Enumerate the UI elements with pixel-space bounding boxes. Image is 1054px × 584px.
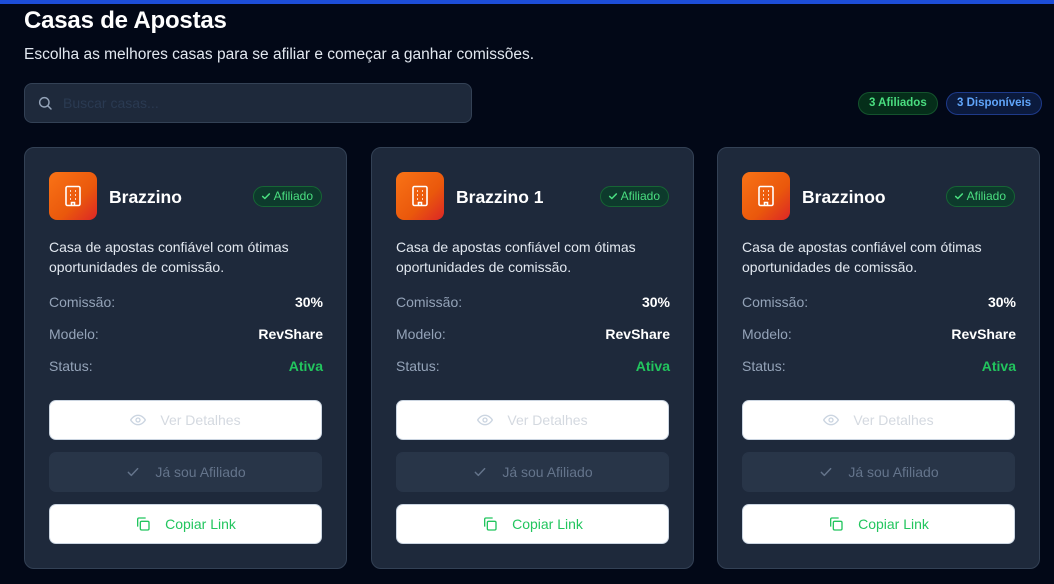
model-row: Modelo: RevShare [742, 326, 1016, 344]
casino-name: Brazzino 1 [456, 187, 544, 207]
commission-value: 30% [641, 294, 670, 310]
already-affiliate-button[interactable]: Já sou Afiliado [742, 452, 1015, 492]
eye-icon [130, 414, 147, 426]
check-icon [954, 193, 963, 200]
copy-link-label: Copiar Link [165, 516, 236, 532]
casino-description: Casa de apostas confiável com ótimas opo… [742, 239, 982, 275]
affiliated-badge-label: Afiliado [966, 189, 1006, 203]
copy-link-label: Copiar Link [858, 516, 929, 532]
casino-card: Brazzinoo Afiliado Casa de apostas confi… [717, 147, 1040, 569]
affiliated-badge: Afiliado [252, 186, 322, 207]
check-icon [608, 193, 617, 200]
commission-label: Comissão: [49, 294, 116, 310]
already-affiliate-button[interactable]: Já sou Afiliado [49, 452, 322, 492]
page-subtitle: Escolha as melhores casas para se afilia… [24, 46, 535, 63]
building-icon [758, 185, 774, 207]
copy-link-button[interactable]: Copiar Link [396, 504, 669, 544]
copy-icon [484, 517, 497, 531]
model-value: RevShare [258, 326, 323, 342]
view-details-button[interactable]: Ver Detalhes [742, 400, 1015, 440]
model-label: Modelo: [49, 326, 99, 342]
view-details-button[interactable]: Ver Detalhes [396, 400, 669, 440]
already-affiliate-label: Já sou Afiliado [848, 464, 939, 480]
casino-description: Casa de apostas confiável com ótimas opo… [396, 239, 636, 275]
status-value: Ativa [981, 358, 1016, 374]
casino-card: Brazzino 1 Afiliado Casa de apostas conf… [371, 147, 694, 569]
status-row: Status: Ativa [396, 358, 670, 376]
affiliated-badge-label: Afiliado [620, 189, 660, 203]
status-value: Ativa [288, 358, 323, 374]
casino-logo [396, 172, 444, 220]
search-box[interactable] [24, 83, 472, 123]
check-icon [820, 467, 832, 477]
commission-value: 30% [294, 294, 323, 310]
commission-row: Comissão: 30% [49, 294, 323, 312]
model-label: Modelo: [742, 326, 792, 342]
view-details-label: Ver Detalhes [160, 412, 241, 428]
model-value: RevShare [605, 326, 670, 342]
status-label: Status: [49, 358, 93, 374]
commission-label: Comissão: [396, 294, 463, 310]
copy-icon [830, 517, 843, 531]
check-icon [127, 467, 139, 477]
already-affiliate-button[interactable]: Já sou Afiliado [396, 452, 669, 492]
search-input[interactable] [63, 84, 463, 122]
already-affiliate-label: Já sou Afiliado [155, 464, 246, 480]
commission-row: Comissão: 30% [396, 294, 670, 312]
search-icon [38, 96, 52, 110]
affiliated-badge: Afiliado [945, 186, 1015, 207]
view-details-button[interactable]: Ver Detalhes [49, 400, 322, 440]
casino-description: Casa de apostas confiável com ótimas opo… [49, 239, 289, 275]
model-row: Modelo: RevShare [396, 326, 670, 344]
casino-logo [49, 172, 97, 220]
model-row: Modelo: RevShare [49, 326, 323, 344]
page-title: Casas de Apostas [24, 7, 227, 34]
building-icon [412, 185, 428, 207]
copy-icon [137, 517, 150, 531]
eye-icon [477, 414, 494, 426]
status-label: Status: [396, 358, 440, 374]
available-count-badge: 3 Disponíveis [946, 92, 1043, 115]
commission-row: Comissão: 30% [742, 294, 1016, 312]
casino-logo [742, 172, 790, 220]
casino-name: Brazzino [109, 187, 182, 207]
view-details-label: Ver Detalhes [853, 412, 934, 428]
casino-card: Brazzino Afiliado Casa de apostas confiá… [24, 147, 347, 569]
affiliated-count-badge: 3 Afiliados [858, 92, 938, 115]
status-value: Ativa [635, 358, 670, 374]
building-icon [65, 185, 81, 207]
commission-label: Comissão: [742, 294, 809, 310]
affiliated-badge: Afiliado [599, 186, 669, 207]
check-icon [261, 193, 270, 200]
already-affiliate-label: Já sou Afiliado [502, 464, 593, 480]
model-value: RevShare [951, 326, 1016, 342]
top-accent-bar [0, 0, 1054, 4]
check-icon [474, 467, 486, 477]
status-row: Status: Ativa [49, 358, 323, 376]
model-label: Modelo: [396, 326, 446, 342]
eye-icon [823, 414, 840, 426]
casino-name: Brazzinoo [802, 187, 886, 207]
view-details-label: Ver Detalhes [507, 412, 588, 428]
copy-link-label: Copiar Link [512, 516, 583, 532]
copy-link-button[interactable]: Copiar Link [742, 504, 1015, 544]
status-label: Status: [742, 358, 786, 374]
affiliated-badge-label: Afiliado [273, 189, 313, 203]
commission-value: 30% [987, 294, 1016, 310]
status-row: Status: Ativa [742, 358, 1016, 376]
copy-link-button[interactable]: Copiar Link [49, 504, 322, 544]
